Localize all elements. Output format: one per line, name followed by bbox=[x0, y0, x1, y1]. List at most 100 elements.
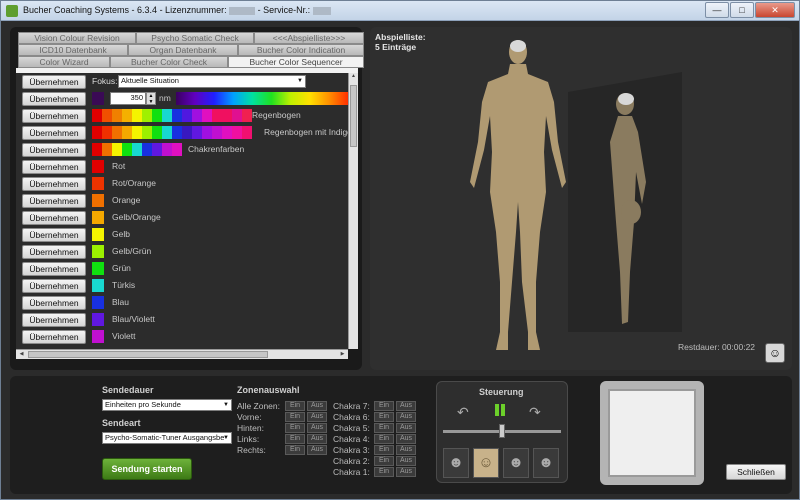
zone-aus-button[interactable]: Aus bbox=[307, 445, 327, 455]
chakra-aus-button[interactable]: Aus bbox=[396, 412, 416, 422]
rotate-right-icon[interactable]: ↷ bbox=[529, 404, 541, 421]
zone-label: Vorne: bbox=[237, 412, 262, 422]
zone-ein-button[interactable]: Ein bbox=[285, 423, 305, 433]
uebernehmen-button[interactable]: Übernehmen bbox=[22, 330, 86, 344]
color-preview-frame bbox=[600, 381, 704, 485]
uebernehmen-button[interactable]: Übernehmen bbox=[22, 75, 86, 89]
view-back-icon[interactable]: ☻ bbox=[503, 448, 529, 478]
chakra-ein-button[interactable]: Ein bbox=[374, 423, 394, 433]
tab-bucher-color-sequencer[interactable]: Bucher Color Sequencer bbox=[228, 56, 364, 68]
tab-organ-datenbank[interactable]: Organ Datenbank bbox=[128, 44, 238, 56]
view-left-icon[interactable]: ☻ bbox=[443, 448, 469, 478]
focus-dropdown[interactable]: Aktuelle Situation ▼ bbox=[118, 75, 306, 88]
focus-label: Fokus: bbox=[92, 76, 118, 86]
uebernehmen-button[interactable]: Übernehmen bbox=[22, 211, 86, 225]
view-right-icon[interactable]: ☻ bbox=[533, 448, 559, 478]
head-view-icon[interactable]: ☺ bbox=[765, 343, 785, 363]
hair-back bbox=[618, 93, 634, 105]
zone-aus-button[interactable]: Aus bbox=[307, 434, 327, 444]
start-transmission-button[interactable]: Sendung starten bbox=[102, 458, 192, 480]
tab-row-3: Color Wizard Bucher Color Check Bucher C… bbox=[18, 56, 364, 68]
tab-bucher-color-indication[interactable]: Bucher Color Indication bbox=[238, 44, 364, 56]
zone-aus-button[interactable]: Aus bbox=[307, 401, 327, 411]
chevron-down-icon: ▼ bbox=[223, 402, 229, 408]
close-window-button[interactable]: ✕ bbox=[755, 2, 795, 18]
tab-icd10-datenbank[interactable]: ICD10 Datenbank bbox=[18, 44, 128, 56]
maximize-button[interactable]: □ bbox=[730, 2, 754, 18]
list-vertical-scrollbar[interactable]: ▲ bbox=[348, 73, 358, 349]
zone-ein-button[interactable]: Ein bbox=[285, 434, 305, 444]
chakra-aus-button[interactable]: Aus bbox=[396, 434, 416, 444]
color-swatch bbox=[92, 296, 104, 309]
chakra-ein-button[interactable]: Ein bbox=[374, 456, 394, 466]
scroll-left-icon[interactable]: ◀ bbox=[17, 350, 26, 359]
slider-handle[interactable] bbox=[499, 424, 505, 438]
chakra-aus-button[interactable]: Aus bbox=[396, 456, 416, 466]
uebernehmen-button[interactable]: Übernehmen bbox=[22, 279, 86, 293]
uebernehmen-button[interactable]: Übernehmen bbox=[22, 296, 86, 310]
chakra-aus-button[interactable]: Aus bbox=[396, 467, 416, 477]
hair bbox=[510, 40, 526, 52]
chakra-aus-button[interactable]: Aus bbox=[396, 401, 416, 411]
playlist-title: Abspielliste: bbox=[375, 32, 426, 42]
color-swatch bbox=[92, 194, 104, 207]
chakra-aus-button[interactable]: Aus bbox=[396, 423, 416, 433]
tab-bucher-color-check[interactable]: Bucher Color Check bbox=[110, 56, 228, 68]
uebernehmen-button[interactable]: Übernehmen bbox=[22, 109, 86, 123]
body-model-view[interactable] bbox=[450, 32, 710, 357]
zone-label: Rechts: bbox=[237, 445, 266, 455]
uebernehmen-button[interactable]: Übernehmen bbox=[22, 92, 86, 106]
chakra-ein-button[interactable]: Ein bbox=[374, 445, 394, 455]
tab-abspielliste[interactable]: <<<Abspielliste>>> bbox=[254, 32, 364, 44]
uebernehmen-button[interactable]: Übernehmen bbox=[22, 194, 86, 208]
scroll-thumb[interactable] bbox=[350, 85, 357, 147]
close-button[interactable]: Schließen bbox=[726, 464, 786, 480]
chakra-ein-button[interactable]: Ein bbox=[374, 434, 394, 444]
zone-aus-button[interactable]: Aus bbox=[307, 423, 327, 433]
color-swatch bbox=[92, 279, 104, 292]
uebernehmen-button[interactable]: Übernehmen bbox=[22, 245, 86, 259]
tab-color-wizard[interactable]: Color Wizard bbox=[18, 56, 110, 68]
spectrum-bar[interactable] bbox=[176, 92, 348, 105]
minimize-button[interactable]: — bbox=[705, 2, 729, 18]
sendedauer-value: Einheiten pro Sekunde bbox=[105, 400, 181, 409]
zone-aus-button[interactable]: Aus bbox=[307, 412, 327, 422]
tab-vision-colour-revision[interactable]: Vision Colour Revision bbox=[18, 32, 136, 44]
tab-psycho-somatic-check[interactable]: Psycho Somatic Check bbox=[136, 32, 254, 44]
chakra-ein-button[interactable]: Ein bbox=[374, 412, 394, 422]
chakra-aus-button[interactable]: Aus bbox=[396, 445, 416, 455]
uebernehmen-button[interactable]: Übernehmen bbox=[22, 262, 86, 276]
uebernehmen-button[interactable]: Übernehmen bbox=[22, 160, 86, 174]
color-swatch bbox=[92, 160, 104, 173]
wavelength-input[interactable]: 350 bbox=[110, 92, 146, 105]
uebernehmen-button[interactable]: Übernehmen bbox=[22, 228, 86, 242]
uebernehmen-button[interactable]: Übernehmen bbox=[22, 126, 86, 140]
list-item-label: Blau/Violett bbox=[112, 314, 155, 324]
scroll-up-icon[interactable]: ▲ bbox=[350, 73, 357, 82]
list-horizontal-scrollbar[interactable]: ◀ ▶ bbox=[16, 349, 348, 359]
wavelength-unit: nm bbox=[159, 93, 171, 103]
spinner-arrows-icon[interactable]: ▲ ▼ bbox=[146, 92, 156, 105]
view-front-icon[interactable]: ☺ bbox=[473, 448, 499, 478]
zone-ein-button[interactable]: Ein bbox=[285, 445, 305, 455]
sendeart-dropdown[interactable]: Psycho-Somatic-Tuner Ausgangsbe ▼ bbox=[102, 432, 232, 444]
chakra-label: Chakra 3: bbox=[333, 445, 370, 455]
zonen-title: Zonenauswahl bbox=[237, 385, 300, 395]
color-swatch bbox=[92, 177, 104, 190]
scroll-thumb[interactable] bbox=[28, 351, 268, 358]
scroll-right-icon[interactable]: ▶ bbox=[338, 350, 347, 359]
uebernehmen-button[interactable]: Übernehmen bbox=[22, 143, 86, 157]
sendedauer-dropdown[interactable]: Einheiten pro Sekunde ▼ bbox=[102, 399, 232, 411]
uebernehmen-button[interactable]: Übernehmen bbox=[22, 177, 86, 191]
uebernehmen-button[interactable]: Übernehmen bbox=[22, 313, 86, 327]
chakra-ein-button[interactable]: Ein bbox=[374, 401, 394, 411]
playlist-count: 5 Einträge bbox=[375, 42, 417, 52]
zone-label: Hinten: bbox=[237, 423, 264, 433]
list-item-blau-violett: Übernehmen Blau/Violett bbox=[16, 311, 348, 328]
rotate-left-icon[interactable]: ↶ bbox=[457, 404, 469, 421]
pause-icon[interactable] bbox=[495, 404, 507, 418]
chakra-ein-button[interactable]: Ein bbox=[374, 467, 394, 477]
title-service: - Service-Nr.: bbox=[257, 5, 311, 15]
zone-ein-button[interactable]: Ein bbox=[285, 412, 305, 422]
zone-ein-button[interactable]: Ein bbox=[285, 401, 305, 411]
